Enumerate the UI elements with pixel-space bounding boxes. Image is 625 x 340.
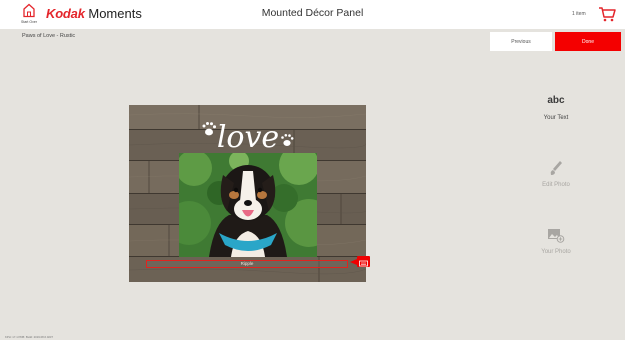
start-over-label: Start Over <box>21 20 37 24</box>
brush-icon <box>550 161 562 175</box>
your-photo-tool[interactable]: Your Photo <box>526 228 586 255</box>
love-title-artwork: love <box>129 115 366 155</box>
edit-photo-label: Edit Photo <box>542 182 570 188</box>
done-button[interactable]: Done <box>555 32 621 51</box>
home-icon <box>23 3 35 18</box>
start-over-button[interactable]: Start Over <box>20 3 38 27</box>
top-bar: Start Over Kodak Moments Mounted Décor P… <box>0 0 625 29</box>
previous-button[interactable]: Previous <box>490 32 552 51</box>
your-text-tool[interactable]: abc Your Text <box>526 95 586 121</box>
cart-icon <box>599 7 616 22</box>
brand-logo: Kodak Moments <box>46 6 142 21</box>
product-name: Paws of Love - Rustic <box>22 33 76 39</box>
paw-icon-left <box>202 122 216 136</box>
your-text-label: Your Text <box>543 115 569 121</box>
keyboard-icon <box>359 260 368 267</box>
love-title-text: love <box>217 120 279 155</box>
dog-photo <box>179 153 317 257</box>
cart-button[interactable] <box>598 6 616 22</box>
paw-icon-right <box>281 134 294 146</box>
caption-text-box[interactable]: Ripple <box>146 260 348 268</box>
caption-edit-button[interactable] <box>357 256 370 267</box>
photo-slot[interactable] <box>179 153 317 257</box>
brand-moments: Moments <box>88 6 142 21</box>
your-photo-label: Your Photo <box>541 249 571 255</box>
build-info: KPH: 17.1 PDB: Build: 2019.08.6.0237 <box>5 335 54 339</box>
photo-add-icon <box>548 229 565 243</box>
caption-pointer <box>350 259 357 265</box>
product-canvas[interactable]: love Ripple <box>129 105 366 282</box>
text-icon: abc <box>547 95 565 106</box>
cart-count[interactable]: 1 item <box>572 11 586 17</box>
brand-kodak: Kodak <box>46 6 85 21</box>
edit-photo-tool[interactable]: Edit Photo <box>526 160 586 188</box>
